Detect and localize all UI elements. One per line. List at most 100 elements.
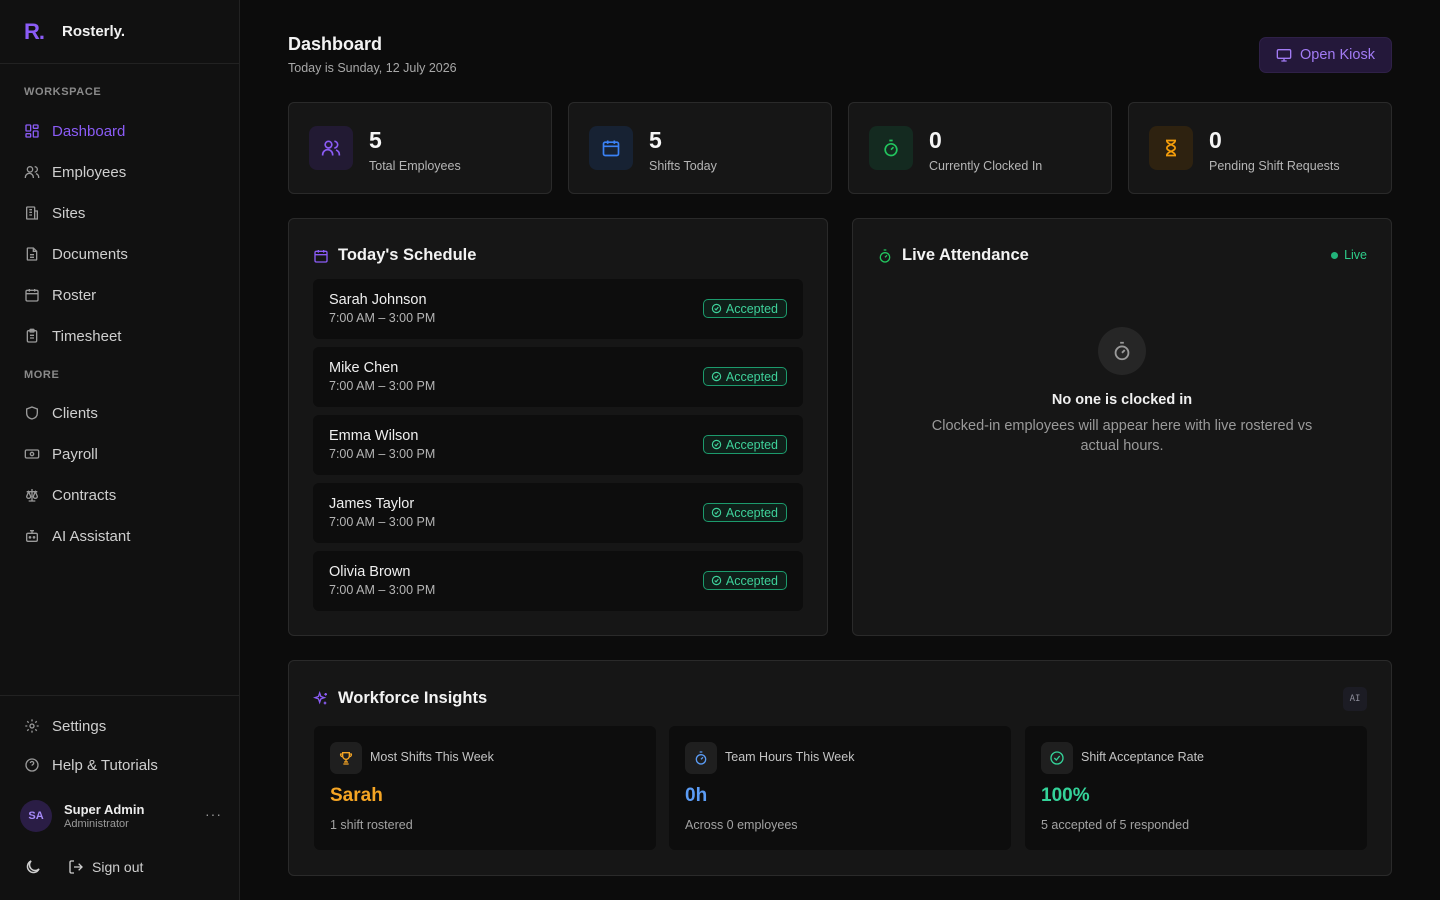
stat-value: 5	[369, 127, 382, 153]
check-circle-icon	[711, 575, 722, 586]
dashboard-icon	[25, 124, 39, 138]
page-subtitle: Today is Sunday, 12 July 2026	[288, 61, 457, 75]
shift-time: 7:00 AM – 3:00 PM	[329, 311, 436, 325]
insights-title: Workforce Insights	[313, 689, 487, 708]
insight-value: Sarah	[330, 785, 383, 806]
monitor-icon	[1276, 49, 1292, 62]
check-circle-icon	[711, 507, 722, 518]
sidebar-item-label: Timesheet	[52, 327, 122, 345]
sidebar: R. Rosterly. WORKSPACE Dashboard Employe…	[0, 0, 240, 900]
insight-card-most-shifts: Most Shifts This Week Sarah 1 shift rost…	[314, 726, 656, 850]
insight-value: 0h	[685, 785, 708, 806]
sidebar-item-label: Dashboard	[52, 122, 126, 140]
status-badge: Accepted	[702, 571, 787, 590]
employee-name: Sarah Johnson	[329, 292, 427, 308]
employee-name: Emma Wilson	[329, 428, 419, 444]
section-label-workspace: WORKSPACE	[24, 86, 102, 98]
insight-label: Shift Acceptance Rate	[1081, 750, 1204, 764]
sidebar-item-dashboard[interactable]: Dashboard	[12, 114, 228, 148]
avatar: SA	[20, 800, 52, 832]
brand-logo: R.	[24, 18, 45, 44]
schedule-row[interactable]: Mike Chen 7:00 AM – 3:00 PM Accepted	[313, 347, 803, 407]
shift-time: 7:00 AM – 3:00 PM	[329, 515, 436, 529]
users-icon	[309, 126, 353, 170]
insight-card-team-hours: Team Hours This Week 0h Across 0 employe…	[669, 726, 1011, 850]
stat-card-shifts-today: 5 Shifts Today	[568, 102, 832, 194]
sidebar-item-timesheet[interactable]: Timesheet	[12, 319, 228, 353]
stopwatch-icon	[879, 248, 891, 263]
sidebar-item-label: AI Assistant	[52, 527, 131, 545]
schedule-row[interactable]: Olivia Brown 7:00 AM – 3:00 PM Accepted	[313, 551, 803, 611]
employee-name: Olivia Brown	[329, 564, 411, 580]
sidebar-item-sites[interactable]: Sites	[12, 196, 228, 230]
sidebar-footer: Sign out	[24, 858, 143, 876]
status-badge-label: Accepted	[725, 369, 778, 384]
stat-value: 0	[1209, 127, 1222, 153]
stopwatch-icon	[1098, 327, 1146, 375]
status-badge: Accepted	[702, 367, 787, 386]
sidebar-item-settings[interactable]: Settings	[12, 709, 228, 743]
sidebar-item-employees[interactable]: Employees	[12, 155, 228, 189]
stat-card-pending-requests: 0 Pending Shift Requests	[1128, 102, 1392, 194]
insight-subtext: 1 shift rostered	[330, 818, 413, 832]
schedule-panel: Today's Schedule Sarah Johnson 7:00 AM –…	[288, 218, 828, 636]
live-indicator: Live	[1331, 248, 1367, 262]
sidebar-item-label: Payroll	[52, 445, 98, 463]
calendar-icon	[314, 249, 328, 263]
stat-value: 0	[929, 127, 942, 153]
more-options-icon[interactable]: ···	[205, 806, 222, 822]
page-title: Dashboard	[288, 34, 383, 54]
trophy-icon	[330, 742, 362, 774]
status-badge-label: Accepted	[725, 437, 778, 452]
insight-subtext: Across 0 employees	[685, 818, 798, 832]
sidebar-item-label: Roster	[52, 286, 97, 304]
shield-icon	[26, 406, 38, 420]
insight-label: Team Hours This Week	[725, 750, 855, 764]
status-badge-label: Accepted	[725, 505, 778, 520]
check-circle-icon	[711, 371, 722, 382]
stat-label: Shifts Today	[649, 159, 717, 173]
status-badge: Accepted	[702, 435, 787, 454]
schedule-row[interactable]: James Taylor 7:00 AM – 3:00 PM Accepted	[313, 483, 803, 543]
sidebar-item-label: Clients	[52, 404, 98, 422]
ai-tag: AI	[1343, 687, 1367, 711]
stopwatch-icon	[685, 742, 717, 774]
status-badge: Accepted	[702, 503, 787, 522]
document-icon	[26, 247, 38, 261]
brand[interactable]: R. Rosterly.	[0, 0, 239, 64]
stat-card-clocked-in: 0 Currently Clocked In	[848, 102, 1112, 194]
sidebar-item-label: Contracts	[52, 486, 117, 504]
insight-value: 100%	[1041, 785, 1090, 806]
moon-icon[interactable]	[24, 858, 42, 876]
attendance-panel: Live Attendance Live No one is clocked i…	[852, 218, 1392, 636]
users-icon	[24, 166, 40, 178]
schedule-row[interactable]: Sarah Johnson 7:00 AM – 3:00 PM Accepted	[313, 279, 803, 339]
sidebar-item-roster[interactable]: Roster	[12, 278, 228, 312]
attendance-title-label: Live Attendance	[902, 246, 1029, 264]
check-circle-icon	[711, 303, 722, 314]
employee-name: James Taylor	[329, 496, 415, 512]
user-profile[interactable]: SA Super Admin Administrator ···	[20, 800, 230, 832]
insights-title-label: Workforce Insights	[338, 689, 488, 707]
clipboard-icon	[26, 328, 38, 343]
scale-icon	[25, 489, 39, 502]
empty-state-title: No one is clocked in	[1051, 392, 1193, 408]
check-circle-icon	[711, 439, 722, 450]
live-label: Live	[1344, 248, 1367, 262]
empty-state-description: Clocked-in employees will appear here wi…	[931, 418, 1313, 454]
sidebar-item-documents[interactable]: Documents	[12, 237, 228, 271]
sidebar-item-clients[interactable]: Clients	[12, 396, 228, 430]
status-badge: Accepted	[702, 299, 787, 318]
open-kiosk-button[interactable]: Open Kiosk	[1259, 37, 1392, 73]
sidebar-item-payroll[interactable]: Payroll	[12, 437, 228, 471]
sign-out-label: Sign out	[92, 859, 144, 875]
bot-icon	[26, 530, 38, 542]
schedule-row[interactable]: Emma Wilson 7:00 AM – 3:00 PM Accepted	[313, 415, 803, 475]
sidebar-item-ai-assistant[interactable]: AI Assistant	[12, 519, 228, 553]
gear-icon	[25, 719, 39, 733]
sidebar-item-help[interactable]: Help & Tutorials	[12, 748, 228, 782]
insight-card-acceptance-rate: Shift Acceptance Rate 100% 5 accepted of…	[1025, 726, 1367, 850]
sidebar-item-contracts[interactable]: Contracts	[12, 478, 228, 512]
sign-out-button[interactable]: Sign out	[68, 859, 143, 875]
schedule-title-label: Today's Schedule	[338, 246, 477, 264]
